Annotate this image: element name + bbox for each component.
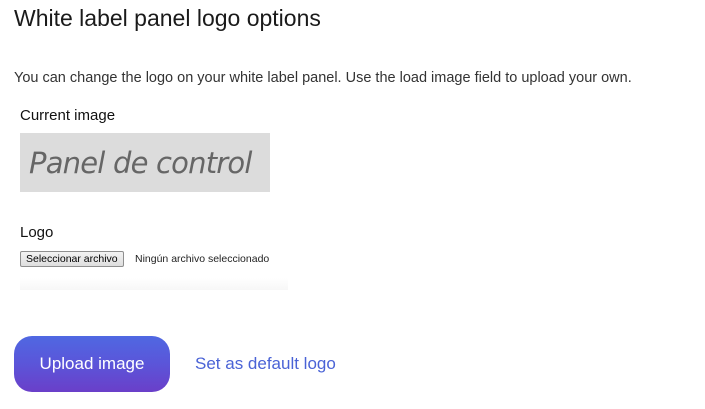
logo-file-input[interactable]: Seleccionar archivo Ningún archivo selec… bbox=[20, 250, 288, 290]
choose-file-button[interactable]: Seleccionar archivo bbox=[20, 251, 124, 267]
page-description: You can change the logo on your white la… bbox=[14, 70, 632, 86]
upload-image-button[interactable]: Upload image bbox=[14, 336, 170, 392]
current-image-label: Current image bbox=[20, 107, 116, 124]
page-title: White label panel logo options bbox=[14, 5, 321, 31]
set-default-logo-link[interactable]: Set as default logo bbox=[195, 354, 336, 374]
logo-field-label: Logo bbox=[20, 224, 54, 241]
logo-preview-text: Panel de control bbox=[29, 145, 252, 180]
current-logo-preview: Panel de control bbox=[20, 133, 270, 192]
file-status-text: Ningún archivo seleccionado bbox=[135, 253, 270, 265]
